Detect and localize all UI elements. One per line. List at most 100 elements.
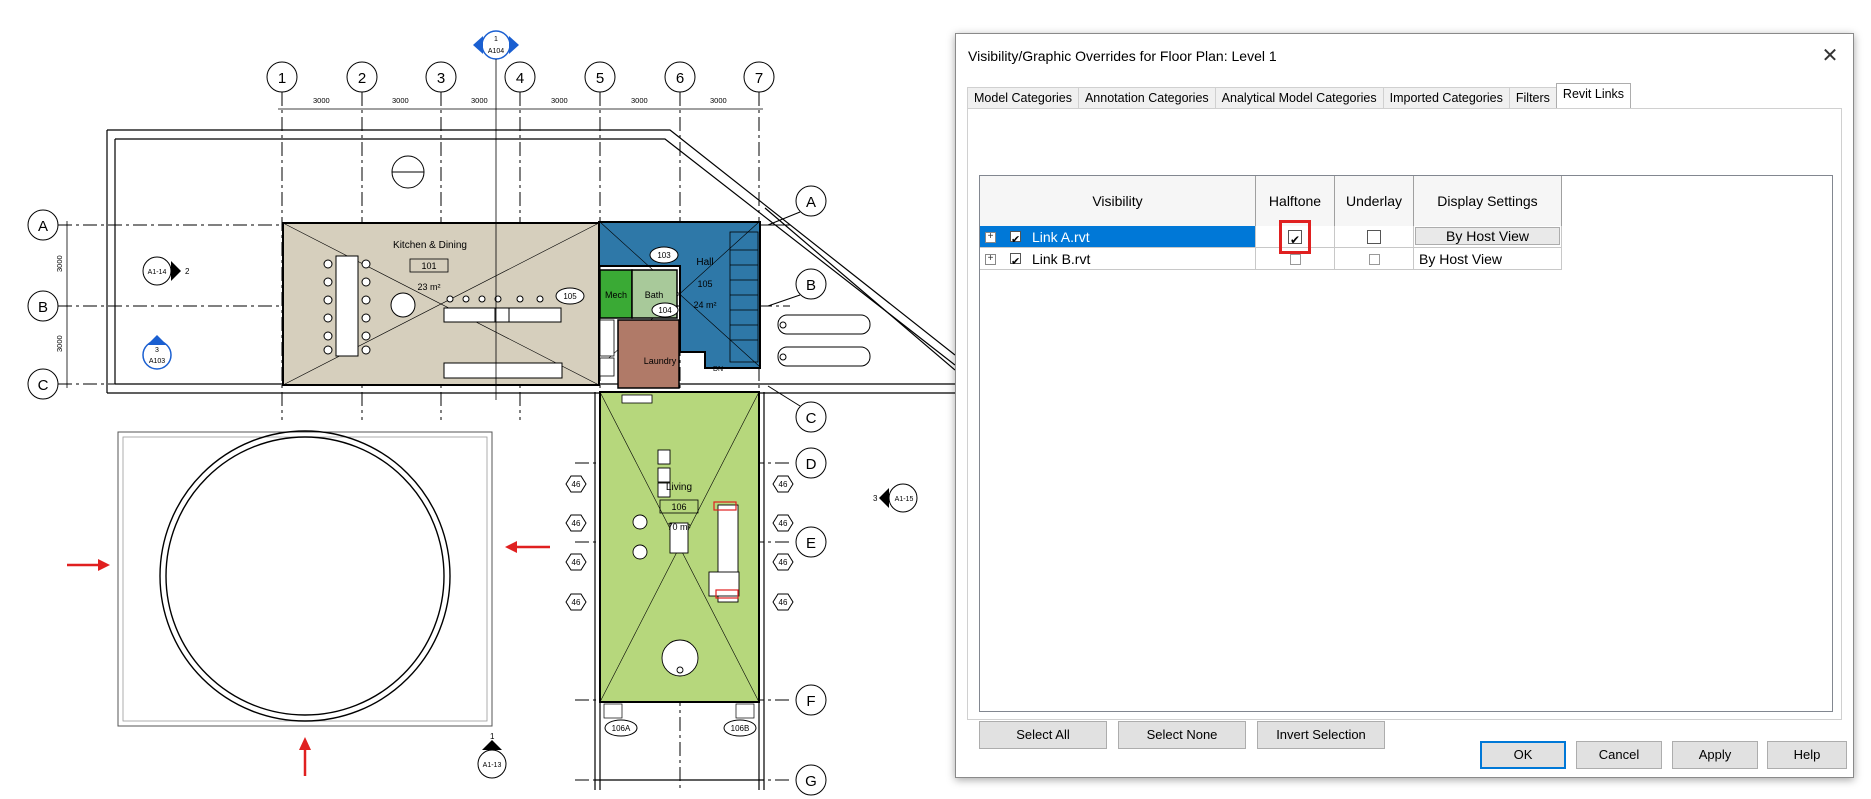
stair-dn-label: DN — [713, 366, 723, 373]
room-tag-104-label: 104 — [658, 306, 672, 315]
visibility-cell: + Link A.rvt — [980, 226, 1256, 251]
dim-5: 3000 — [631, 96, 648, 105]
dialog-titlebar[interactable]: Visibility/Graphic Overrides for Floor P… — [956, 34, 1853, 78]
apply-button[interactable]: Apply — [1672, 741, 1758, 769]
grid-bubble-6: 6 — [676, 70, 684, 87]
tab-revit-links[interactable]: Revit Links — [1555, 83, 1632, 110]
links-table: Visibility Halftone Underlay Display Set… — [979, 175, 1833, 712]
room-name-bath: Bath — [645, 290, 664, 300]
svg-text:A1-15: A1-15 — [895, 496, 914, 503]
expand-icon[interactable]: + — [985, 254, 996, 265]
section-marker-a103[interactable]: 3 A103 — [142, 335, 172, 370]
underlay-checkbox[interactable] — [1369, 254, 1380, 265]
grid-bubble-e-right: E — [806, 535, 816, 552]
column-header-visibility[interactable]: Visibility — [980, 176, 1256, 226]
halftone-highlight-box — [1279, 220, 1311, 254]
invert-selection-button[interactable]: Invert Selection — [1257, 721, 1385, 749]
help-button[interactable]: Help — [1767, 741, 1847, 769]
window-tag: 46 — [572, 598, 581, 607]
window-tag: 46 — [572, 480, 581, 489]
room-laundry[interactable] — [617, 319, 680, 389]
ok-button[interactable]: OK — [1480, 741, 1566, 769]
room-name-kitchen: Kitchen & Dining — [393, 240, 467, 251]
tab-annotation-categories[interactable]: Annotation Categories — [1077, 87, 1215, 110]
visibility-cell: + Link B.rvt — [980, 248, 1256, 273]
red-arrows — [67, 541, 550, 776]
grid-bubble-5: 5 — [596, 70, 604, 87]
halftone-checkbox[interactable] — [1290, 254, 1301, 265]
grid-bubble-3: 3 — [437, 70, 445, 87]
table-row-link-a[interactable]: + Link A.rvt By Host View — [980, 226, 1562, 251]
display-settings-value[interactable]: By Host View — [1419, 248, 1502, 270]
dim-3: 3000 — [471, 96, 488, 105]
column-header-underlay[interactable]: Underlay — [1335, 176, 1414, 226]
dim-4: 3000 — [551, 96, 568, 105]
window-tag: 46 — [779, 558, 788, 567]
window-tag: 46 — [779, 519, 788, 528]
window-tag: 46 — [779, 598, 788, 607]
svg-text:A1-13: A1-13 — [483, 762, 502, 769]
grid-bubble-g-right: G — [805, 773, 817, 790]
display-settings-button[interactable]: By Host View — [1415, 227, 1560, 245]
door-tag-106b: 106B — [731, 724, 750, 733]
tab-filters[interactable]: Filters — [1508, 87, 1556, 110]
revit-links-panel: Visibility Halftone Underlay Display Set… — [967, 108, 1842, 749]
grid-bubbles-right: A B C D E F G — [766, 185, 827, 796]
grid-bubble-d-right: D — [806, 456, 817, 473]
column-header-halftone[interactable]: Halftone — [1256, 176, 1335, 226]
svg-text:2: 2 — [185, 267, 190, 276]
table-row-link-b[interactable]: + Link B.rvt By Host View — [980, 248, 1562, 273]
select-none-button[interactable]: Select None — [1118, 721, 1246, 749]
window-tag: 46 — [572, 519, 581, 528]
grid-bubble-1: 1 — [278, 70, 286, 87]
visibility-checkbox[interactable] — [1010, 229, 1021, 251]
room-number-kitchen: 101 — [421, 261, 436, 271]
side-windows — [777, 314, 871, 367]
grid-bubble-b-right: B — [806, 277, 816, 294]
dialog-title: Visibility/Graphic Overrides for Floor P… — [968, 48, 1277, 64]
close-icon[interactable]: ✕ — [1815, 42, 1845, 70]
underlay-cell — [1335, 248, 1414, 270]
window-tag: 46 — [572, 558, 581, 567]
room-area-hall: 24 m² — [693, 300, 716, 310]
grid-bubbles-top: 1 2 3 4 5 6 7 — [266, 61, 775, 93]
door-tag-106a: 106A — [612, 724, 631, 733]
visibility-graphics-dialog: Visibility/Graphic Overrides for Floor P… — [955, 33, 1854, 778]
tab-analytical-model-categories[interactable]: Analytical Model Categories — [1214, 87, 1383, 110]
expand-icon[interactable]: + — [985, 232, 996, 243]
section-marker-a1-13[interactable]: A1-13 1 — [477, 732, 507, 779]
room-name-living: Living — [666, 482, 692, 493]
underlay-cell — [1335, 226, 1414, 248]
dim-2: 3000 — [392, 96, 409, 105]
room-number-hall: 105 — [697, 279, 712, 289]
svg-text:A104: A104 — [488, 48, 504, 55]
tab-imported-categories[interactable]: Imported Categories — [1382, 87, 1509, 110]
dim-6: 3000 — [710, 96, 727, 105]
link-name: Link A.rvt — [1032, 229, 1090, 245]
room-tag-103-label: 103 — [657, 251, 671, 260]
section-marker-a1-14[interactable]: A1-14 2 — [142, 256, 190, 286]
cancel-button[interactable]: Cancel — [1576, 741, 1662, 769]
living-door-fixture — [621, 394, 653, 404]
table-header: Visibility Halftone Underlay Display Set… — [980, 176, 1562, 227]
grid-bubble-c-left: C — [38, 377, 49, 394]
svg-text:3: 3 — [873, 494, 878, 503]
svg-text:1: 1 — [494, 36, 498, 43]
column-header-display-settings[interactable]: Display Settings — [1414, 176, 1562, 226]
visibility-checkbox[interactable] — [1010, 251, 1021, 273]
grid-bubble-a-right: A — [806, 194, 816, 211]
svg-text:A1-14: A1-14 — [148, 269, 167, 276]
grid-bubbles-left: A B C — [27, 209, 59, 400]
underlay-checkbox[interactable] — [1367, 230, 1381, 244]
room-name-hall: Hall — [696, 257, 713, 268]
dim-1: 3000 — [313, 96, 330, 105]
floor-plan-canvas[interactable]: 3000 3000 3000 3000 3000 3000 3000 3000 … — [0, 0, 955, 799]
grid-bubble-a-left: A — [38, 218, 48, 235]
svg-text:A103: A103 — [149, 358, 165, 365]
grid-bubble-b-left: B — [38, 299, 48, 316]
site-plan — [117, 430, 493, 727]
select-all-button[interactable]: Select All — [979, 721, 1107, 749]
grid-bubble-2: 2 — [358, 70, 366, 87]
section-marker-a1-15[interactable]: A1-15 3 — [873, 483, 918, 513]
tab-model-categories[interactable]: Model Categories — [967, 87, 1078, 110]
